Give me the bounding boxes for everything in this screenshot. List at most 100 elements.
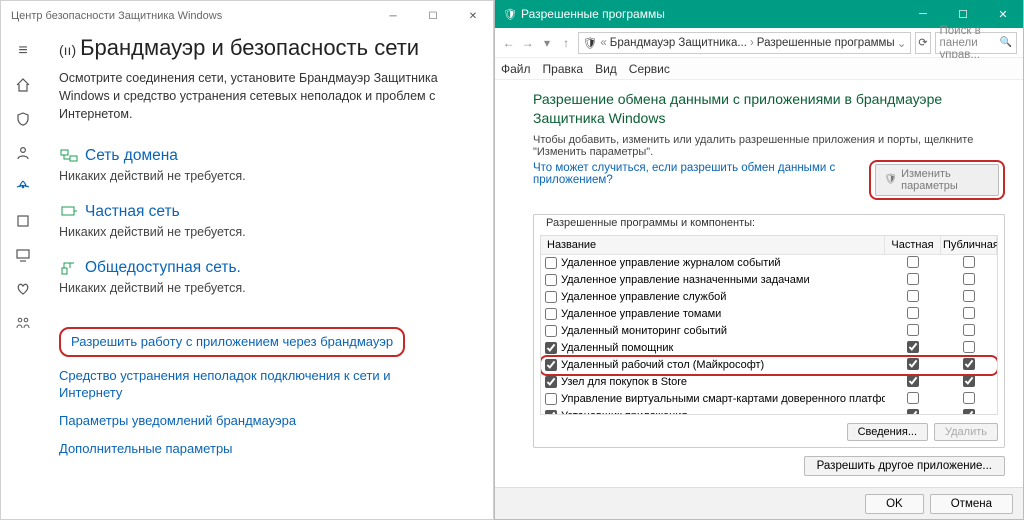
private-network-section[interactable]: Частная сеть Никаких действий не требует…: [59, 203, 473, 239]
row-public-checkbox[interactable]: [963, 409, 975, 415]
table-row[interactable]: Удаленное управление службой: [541, 289, 997, 306]
menu-tools[interactable]: Сервис: [629, 62, 670, 76]
change-settings-button[interactable]: 🛡 Изменить параметры: [875, 164, 999, 196]
domain-network-section[interactable]: Сеть домена Никаких действий не требуетс…: [59, 147, 473, 183]
close-button[interactable]: ✕: [453, 1, 493, 31]
domain-network-icon: [59, 148, 79, 164]
row-name: Удаленное управление журналом событий: [561, 257, 781, 269]
row-enabled-checkbox[interactable]: [545, 359, 557, 371]
app-control-icon[interactable]: [13, 211, 33, 231]
shield-icon[interactable]: [13, 109, 33, 129]
table-row[interactable]: Удаленное управление томами: [541, 306, 997, 323]
table-row[interactable]: Узел для покупок в Store: [541, 374, 997, 391]
row-public-checkbox[interactable]: [963, 290, 975, 302]
row-public-checkbox[interactable]: [963, 358, 975, 370]
sidebar: ≡: [1, 31, 45, 519]
row-enabled-checkbox[interactable]: [545, 376, 557, 388]
row-public-checkbox[interactable]: [963, 324, 975, 336]
search-input[interactable]: Поиск в панели управ... 🔍: [935, 32, 1018, 54]
home-icon[interactable]: [13, 75, 33, 95]
row-private-checkbox[interactable]: [907, 256, 919, 268]
table-row[interactable]: Управление виртуальными смарт-картами до…: [541, 391, 997, 408]
row-private-checkbox[interactable]: [907, 375, 919, 387]
row-public-checkbox[interactable]: [963, 392, 975, 404]
menu-view[interactable]: Вид: [595, 62, 617, 76]
forward-button[interactable]: →: [520, 32, 535, 54]
refresh-button[interactable]: ⟳: [915, 32, 930, 54]
recent-button[interactable]: ▾: [539, 32, 554, 54]
row-name: Удаленное управление томами: [561, 308, 721, 320]
row-enabled-checkbox[interactable]: [545, 410, 557, 415]
row-private-checkbox[interactable]: [907, 358, 919, 370]
menu-edit[interactable]: Правка: [543, 62, 584, 76]
back-button[interactable]: ←: [501, 32, 516, 54]
row-enabled-checkbox[interactable]: [545, 393, 557, 405]
domain-network-status: Никаких действий не требуется.: [59, 169, 473, 183]
allowed-programs-window: 🛡 Разрешенные программы ─ ☐ ✕ ← → ▾ ↑ 🛡 …: [494, 0, 1024, 520]
advanced-settings-link[interactable]: Дополнительные параметры: [59, 440, 439, 458]
row-private-checkbox[interactable]: [907, 409, 919, 415]
menu-file[interactable]: Файл: [501, 62, 531, 76]
details-button[interactable]: Сведения...: [847, 423, 928, 441]
table-row[interactable]: Удаленное управление назначенными задача…: [541, 272, 997, 289]
firewall-icon[interactable]: [13, 177, 33, 197]
row-public-checkbox[interactable]: [963, 341, 975, 353]
col-public[interactable]: Публичная: [941, 236, 997, 254]
dropdown-icon[interactable]: ⌄: [897, 36, 907, 50]
maximize-button[interactable]: ☐: [413, 1, 453, 31]
row-enabled-checkbox[interactable]: [545, 325, 557, 337]
row-private-checkbox[interactable]: [907, 273, 919, 285]
troubleshoot-link[interactable]: Средство устранения неполадок подключени…: [59, 367, 439, 402]
row-public-checkbox[interactable]: [963, 375, 975, 387]
up-button[interactable]: ↑: [559, 32, 574, 54]
row-name: Узел для покупок в Store: [561, 376, 687, 388]
path-seg-1: Брандмауэр Защитника...: [610, 37, 747, 49]
row-private-checkbox[interactable]: [907, 341, 919, 353]
account-icon[interactable]: [13, 143, 33, 163]
row-private-checkbox[interactable]: [907, 307, 919, 319]
ok-button[interactable]: OK: [865, 494, 924, 514]
allowed-apps-table[interactable]: Название Частная Публичная Удаленное упр…: [540, 235, 998, 415]
cancel-button[interactable]: Отмена: [930, 494, 1013, 514]
table-row[interactable]: Удаленное управление журналом событий: [541, 255, 997, 272]
minimize-button[interactable]: ─: [373, 1, 413, 31]
minimize-button[interactable]: ─: [903, 0, 943, 28]
table-row[interactable]: Установщик приложения: [541, 408, 997, 415]
content-heading: Разрешение обмена данными с приложениями…: [533, 90, 1005, 128]
remove-button[interactable]: Удалить: [934, 423, 998, 441]
public-network-section[interactable]: Общедоступная сеть. Никаких действий не …: [59, 259, 473, 295]
table-row[interactable]: Удаленный рабочий стол (Майкрософт): [541, 357, 997, 374]
row-name: Удаленный помощник: [561, 342, 673, 354]
row-enabled-checkbox[interactable]: [545, 308, 557, 320]
breadcrumb[interactable]: 🛡 « Брандмауэр Защитника... › Разрешенны…: [578, 32, 912, 54]
device-health-icon[interactable]: [13, 245, 33, 265]
row-enabled-checkbox[interactable]: [545, 342, 557, 354]
row-public-checkbox[interactable]: [963, 307, 975, 319]
heart-icon[interactable]: [13, 279, 33, 299]
row-private-checkbox[interactable]: [907, 392, 919, 404]
shield-icon: 🛡: [503, 8, 517, 21]
row-private-checkbox[interactable]: [907, 324, 919, 336]
risk-link[interactable]: Что может случиться, если разрешить обме…: [533, 162, 863, 186]
row-enabled-checkbox[interactable]: [545, 257, 557, 269]
row-name: Удаленное управление назначенными задача…: [561, 274, 810, 286]
change-settings-highlight: 🛡 Изменить параметры: [869, 160, 1005, 200]
allow-another-app-button[interactable]: Разрешить другое приложение...: [804, 456, 1005, 476]
hamburger-icon[interactable]: ≡: [13, 41, 33, 61]
group-label: Разрешенные программы и компоненты:: [540, 215, 761, 233]
row-private-checkbox[interactable]: [907, 290, 919, 302]
table-row[interactable]: Удаленный помощник: [541, 340, 997, 357]
shield-icon: 🛡: [884, 174, 897, 185]
row-enabled-checkbox[interactable]: [545, 291, 557, 303]
family-icon[interactable]: [13, 313, 33, 333]
col-name[interactable]: Название: [541, 236, 885, 254]
row-public-checkbox[interactable]: [963, 256, 975, 268]
row-name: Удаленный мониторинг событий: [561, 325, 727, 337]
row-enabled-checkbox[interactable]: [545, 274, 557, 286]
allow-app-link[interactable]: Разрешить работу с приложением через бра…: [59, 327, 405, 357]
notifications-link[interactable]: Параметры уведомлений брандмауэра: [59, 412, 439, 430]
table-header: Название Частная Публичная: [541, 236, 997, 255]
row-public-checkbox[interactable]: [963, 273, 975, 285]
col-private[interactable]: Частная: [885, 236, 941, 254]
table-row[interactable]: Удаленный мониторинг событий: [541, 323, 997, 340]
